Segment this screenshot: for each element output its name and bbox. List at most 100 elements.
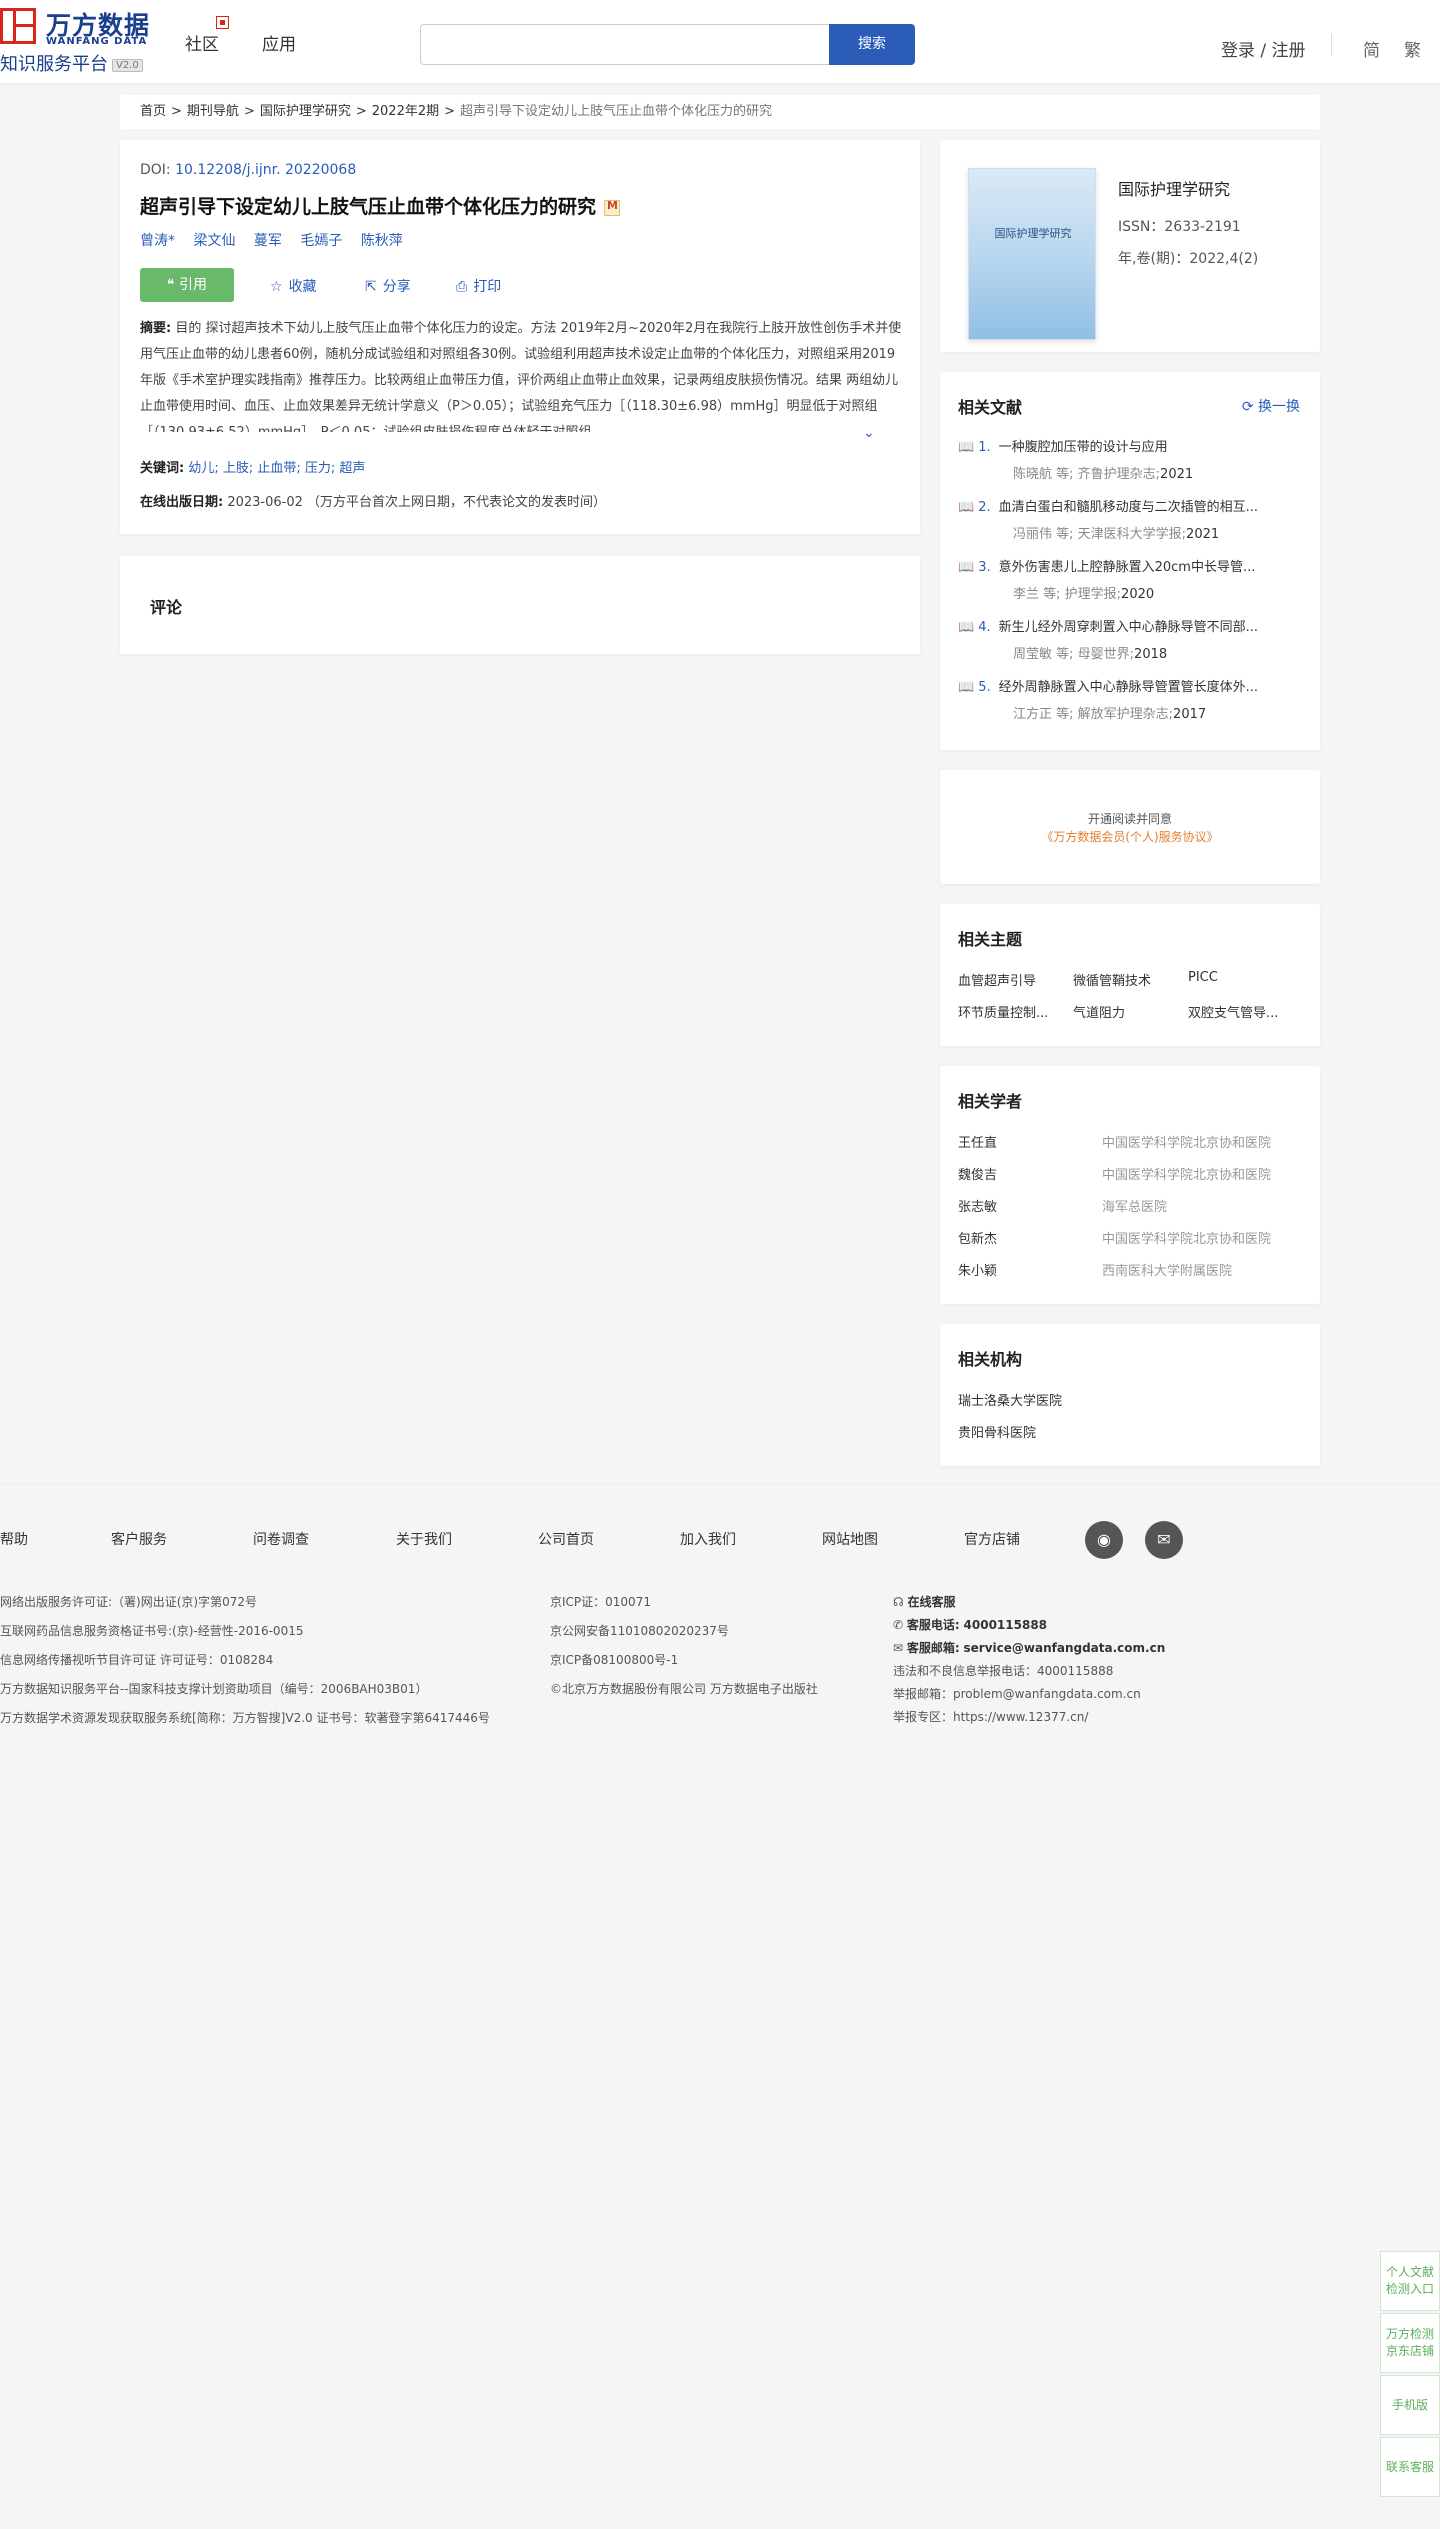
favorite-button[interactable]: ☆ 收藏 bbox=[270, 276, 317, 296]
related-literature-card: 相关文献 ⟳ 换一换 📖 1. 一种腹腔加压带的设计与应用 陈晓航 等; 齐鲁护理杂… bbox=[940, 372, 1320, 750]
topic-tag[interactable]: 环节质量控制... bbox=[958, 1002, 1048, 1021]
item-num: 5. bbox=[978, 680, 991, 695]
literature-item[interactable]: 📖 2. 血清白蛋白和髓肌移动度与二次插管的相互... 冯丽伟 等; 天津医科大学学… bbox=[958, 496, 1308, 542]
footer-link-service[interactable]: 客户服务 bbox=[111, 1529, 167, 1549]
journal-name[interactable]: 国际护理学研究 bbox=[1118, 176, 1230, 200]
topic-tag[interactable]: PICC bbox=[1188, 970, 1218, 985]
float-mobile[interactable]: 手机版 bbox=[1380, 2375, 1440, 2435]
scholar-name[interactable]: 朱小颖 bbox=[958, 1260, 997, 1279]
refresh-button[interactable]: ⟳ 换一换 bbox=[1242, 396, 1300, 416]
footer-icp[interactable]: 京ICP证：010071 bbox=[550, 1593, 651, 1610]
agreement-text: 开通阅读并同意 bbox=[1087, 812, 1172, 826]
search-input[interactable] bbox=[420, 24, 830, 65]
footer-link-store[interactable]: 官方店铺 bbox=[964, 1529, 1020, 1549]
breadcrumb-issue[interactable]: 2022年2期 bbox=[372, 104, 439, 119]
footer-link-survey[interactable]: 问卷调查 bbox=[253, 1529, 309, 1549]
print-button[interactable]: ⎙ 打印 bbox=[456, 276, 501, 296]
footer-link-sitemap[interactable]: 网站地图 bbox=[822, 1529, 878, 1549]
item-source: 解放军护理杂志; bbox=[1077, 707, 1174, 722]
journal-volume: 年,卷(期)：2022,4(2) bbox=[1118, 251, 1259, 267]
related-orgs-title: 相关机构 bbox=[958, 1350, 1023, 1369]
topic-tag[interactable]: 血管超声引导 bbox=[958, 970, 1036, 989]
scholar-org: 西南医科大学附属医院 bbox=[1102, 1264, 1233, 1279]
agreement-link[interactable]: 《万方数据会员(个人)服务协议》 bbox=[940, 828, 1320, 845]
cite-button[interactable]: ❝ 引用 bbox=[140, 268, 234, 302]
chevron-down-icon[interactable]: ⌄ bbox=[863, 425, 875, 441]
share-label: 分享 bbox=[382, 279, 411, 295]
nav-apps[interactable]: 应用 bbox=[262, 30, 296, 55]
topic-tag[interactable]: 双腔支气管导... bbox=[1188, 1002, 1278, 1021]
share-button[interactable]: ⇱ 分享 bbox=[365, 276, 411, 296]
online-service[interactable]: ☊ 在线客服 bbox=[893, 1593, 956, 1610]
lang-traditional[interactable]: 繁 bbox=[1404, 36, 1421, 61]
breadcrumb: 首页 > 期刊导航 > 国际护理学研究 >2022年2期 > 超声引导下设定幼儿上肢气压止血带… bbox=[120, 95, 1320, 129]
literature-item[interactable]: 📖 3. 意外伤害患儿上腔静脉置入20cm中长导管... 李兰 等; 护理学报;20… bbox=[958, 556, 1308, 602]
item-source: 护理学报; bbox=[1064, 587, 1122, 602]
author-link[interactable]: 毛嫣子 bbox=[300, 233, 342, 249]
topic-tag[interactable]: 微循管鞘技术 bbox=[1073, 970, 1151, 989]
cover-title: 国际护理学研究 bbox=[994, 227, 1072, 240]
divider bbox=[1331, 34, 1332, 56]
item-title[interactable]: 一种腹腔加压带的设计与应用 bbox=[999, 440, 1168, 455]
metadata-icon[interactable] bbox=[604, 199, 621, 216]
doi-label: DOI: bbox=[140, 162, 171, 178]
literature-item[interactable]: 📖 5. 经外周静脉置入中心静脉导管置管长度体外... 江方正 等; 解放军护理杂志… bbox=[958, 676, 1308, 722]
literature-item[interactable]: 📖 4. 新生儿经外周穿刺置入中心静脉导管不同部... 周莹敏 等; 母婴世界;20… bbox=[958, 616, 1308, 662]
journal-cover[interactable]: 国际护理学研究 bbox=[968, 168, 1096, 340]
org-link[interactable]: 贵阳骨科医院 bbox=[958, 1422, 1036, 1441]
item-title[interactable]: 血清白蛋白和髓肌移动度与二次插管的相互... bbox=[999, 500, 1258, 515]
float-jd-store[interactable]: 万方检测京东店铺 bbox=[1380, 2313, 1440, 2373]
journal-card: 国际护理学研究 国际护理学研究 ISSN：2633-2191 年,卷(期)：20… bbox=[940, 140, 1320, 352]
author-link[interactable]: 蔓军 bbox=[254, 233, 282, 249]
scholar-name[interactable]: 王任直 bbox=[958, 1132, 997, 1151]
lang-simplified[interactable]: 简 bbox=[1363, 36, 1380, 61]
footer-icp[interactable]: 京公网安备11010802020237号 bbox=[550, 1622, 729, 1639]
float-contact[interactable]: 联系客服 bbox=[1380, 2437, 1440, 2497]
report-site[interactable]: 举报专区：https://www.12377.cn/ bbox=[893, 1708, 1088, 1725]
abstract-text: 目的 探讨超声技术下幼儿上肢气压止血带个体化压力的设定。方法 2019年2月~2… bbox=[140, 321, 902, 432]
topic-tag[interactable]: 气道阻力 bbox=[1073, 1002, 1125, 1021]
item-title[interactable]: 意外伤害患儿上腔静脉置入20cm中长导管... bbox=[999, 560, 1256, 575]
related-topics-card: 相关主题 血管超声引导 微循管鞘技术 PICC 环节质量控制... 气道阻力 双… bbox=[940, 904, 1320, 1046]
scholar-name[interactable]: 张志敏 bbox=[958, 1196, 997, 1215]
scholar-name[interactable]: 包新杰 bbox=[958, 1228, 997, 1247]
footer-link-join[interactable]: 加入我们 bbox=[680, 1529, 736, 1549]
refresh-label: 换一换 bbox=[1258, 399, 1300, 415]
report-email[interactable]: 举报邮箱：problem@wanfangdata.com.cn bbox=[893, 1685, 1141, 1702]
nav-community[interactable]: 社区 bbox=[185, 30, 219, 55]
wanfang-logo[interactable]: 万方数据 WANFANG DATA 知识服务平台 V2.0 bbox=[0, 6, 160, 75]
author-link[interactable]: 曾涛* bbox=[140, 233, 175, 249]
weibo-icon[interactable]: ◉ bbox=[1085, 1521, 1123, 1559]
item-year: 2018 bbox=[1134, 647, 1168, 662]
mail-icon: ✉ bbox=[893, 1641, 907, 1655]
wechat-icon[interactable]: ✉ bbox=[1145, 1521, 1183, 1559]
breadcrumb-journal[interactable]: 国际护理学研究 bbox=[260, 104, 351, 119]
literature-item[interactable]: 📖 1. 一种腹腔加压带的设计与应用 陈晓航 等; 齐鲁护理杂志;2021 bbox=[958, 436, 1308, 482]
footer-link-home[interactable]: 公司首页 bbox=[538, 1529, 594, 1549]
header: 万方数据 WANFANG DATA 知识服务平台 V2.0 社区 应用 搜索 登录… bbox=[0, 0, 1440, 84]
email-label: 客服邮箱: bbox=[906, 1641, 960, 1655]
breadcrumb-journal-nav[interactable]: 期刊导航 bbox=[187, 104, 239, 119]
breadcrumb-home[interactable]: 首页 bbox=[140, 104, 166, 119]
footer-link-help[interactable]: 帮助 bbox=[0, 1529, 28, 1549]
footer-icp[interactable]: 京ICP备08100800号-1 bbox=[550, 1651, 678, 1668]
item-title[interactable]: 新生儿经外周穿刺置入中心静脉导管不同部... bbox=[999, 620, 1258, 635]
login-register-link[interactable]: 登录 / 注册 bbox=[1221, 36, 1306, 61]
float-plagiarism-check[interactable]: 个人文献检测入口 bbox=[1380, 2251, 1440, 2311]
scholar-name[interactable]: 魏俊吉 bbox=[958, 1164, 997, 1183]
item-year: 2021 bbox=[1186, 527, 1220, 542]
footer-link-about[interactable]: 关于我们 bbox=[396, 1529, 452, 1549]
item-year: 2017 bbox=[1173, 707, 1207, 722]
related-topics-title: 相关主题 bbox=[958, 930, 1023, 949]
doi-link[interactable]: 10.12208/j.ijnr. 20220068 bbox=[175, 162, 356, 178]
item-title[interactable]: 经外周静脉置入中心静脉导管置管长度体外... bbox=[999, 680, 1258, 695]
comment-title: 评论 bbox=[150, 598, 183, 617]
email-value[interactable]: service@wanfangdata.com.cn bbox=[964, 1641, 1166, 1655]
item-authors: 冯丽伟 等; bbox=[1013, 527, 1074, 542]
org-link[interactable]: 瑞士洛桑大学医院 bbox=[958, 1390, 1062, 1409]
author-link[interactable]: 梁文仙 bbox=[193, 233, 235, 249]
author-link[interactable]: 陈秋萍 bbox=[361, 233, 403, 249]
search-button[interactable]: 搜索 bbox=[829, 24, 915, 65]
keyword-links[interactable]: 幼儿; 上肢; 止血带; 压力; 超声 bbox=[188, 461, 365, 476]
book-icon: 📖 bbox=[958, 500, 975, 515]
